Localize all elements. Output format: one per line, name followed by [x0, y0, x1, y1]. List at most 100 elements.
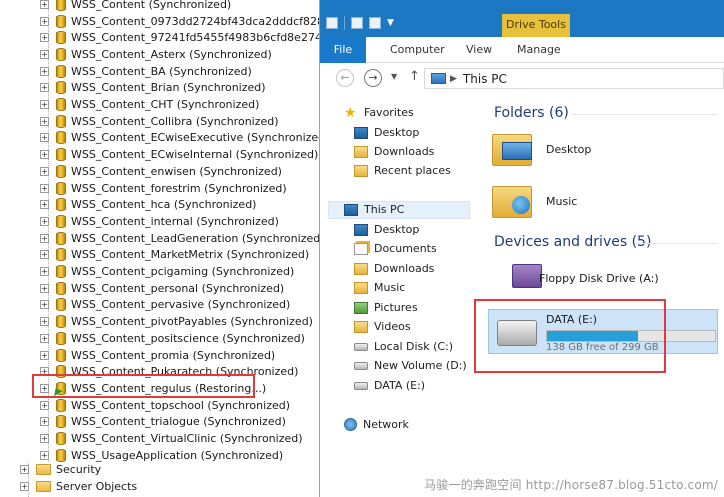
quick-access-toolbar: ▼: [326, 16, 394, 30]
nav-item-data-e[interactable]: DATA (E:): [354, 379, 425, 392]
drive-tools-context-tab: Drive Tools: [502, 14, 570, 37]
tree-node-database[interactable]: + WSS_Content_Brian (Synchronized): [40, 80, 266, 97]
nav-network[interactable]: Network: [344, 418, 409, 431]
tree-node-database[interactable]: + WSS_Content_topschool (Synchronized): [40, 397, 290, 414]
nav-favorites[interactable]: ★ Favorites: [344, 106, 414, 120]
expand-icon[interactable]: +: [40, 434, 49, 444]
expand-icon[interactable]: +: [20, 464, 29, 474]
tab-file[interactable]: File: [320, 37, 366, 63]
tree-node-database[interactable]: + WSS_Content (Synchronized): [40, 0, 231, 13]
customize-toolbar-dropdown-icon[interactable]: ▼: [387, 18, 394, 28]
back-button[interactable]: ←: [336, 69, 354, 87]
tree-node-database[interactable]: + WSS_Content_BA (Synchronized): [40, 63, 252, 80]
tree-node-database[interactable]: + WSS_Content_VirtualClinic (Synchronized…: [40, 430, 303, 447]
nav-item-desktop[interactable]: Desktop: [354, 223, 419, 236]
folder-desktop[interactable]: Desktop: [492, 130, 591, 168]
database-icon: [56, 214, 66, 228]
tree-node-database[interactable]: + WSS_Content_pervasive (Synchronized): [40, 297, 290, 314]
nav-item-recent-places[interactable]: Recent places: [354, 164, 451, 177]
tree-node-database[interactable]: + WSS_Content_hca (Synchronized): [40, 196, 256, 213]
expand-icon[interactable]: +: [40, 400, 49, 410]
tab-view[interactable]: View: [466, 43, 492, 56]
nav-item-new-volume-d[interactable]: New Volume (D:): [354, 359, 467, 372]
expand-icon[interactable]: +: [40, 183, 49, 193]
folders-group-header[interactable]: Folders (6): [494, 105, 569, 121]
expand-icon[interactable]: +: [40, 83, 49, 93]
devices-group-header[interactable]: Devices and drives (5): [494, 234, 651, 250]
tree-node-database[interactable]: + WSS_Content_positscience (Synchronized): [40, 330, 305, 347]
properties-icon[interactable]: [351, 17, 363, 29]
tree-node-database[interactable]: + WSS_Content_Collibra (Synchronized): [40, 113, 279, 130]
floppy-drive-a[interactable]: Floppy Disk Drive (A:): [492, 260, 717, 300]
this-pc-icon[interactable]: [326, 17, 338, 29]
expand-icon[interactable]: +: [40, 166, 49, 176]
expand-icon[interactable]: +: [40, 283, 49, 293]
tree-node-database[interactable]: + WSS_Content_CHT (Synchronized): [40, 96, 259, 113]
tree-node-database[interactable]: + WSS_Content_internal (Synchronized): [40, 213, 279, 230]
nav-item-downloads[interactable]: Downloads: [354, 145, 434, 158]
nav-item-music[interactable]: Music: [354, 281, 405, 294]
nav-item-pictures[interactable]: Pictures: [354, 301, 418, 314]
expand-icon[interactable]: +: [40, 450, 49, 460]
address-bar[interactable]: ▶ This PC: [424, 68, 724, 89]
expand-icon[interactable]: +: [40, 100, 49, 110]
breadcrumb-separator-icon[interactable]: ▶: [450, 74, 457, 84]
breadcrumb-this-pc[interactable]: This PC: [463, 72, 507, 86]
tree-node-database[interactable]: + WSS_Content_forestrim (Synchronized): [40, 180, 287, 197]
tree-node-database[interactable]: + WSS_Content_pcigaming (Synchronized): [40, 263, 294, 280]
expand-icon[interactable]: +: [40, 333, 49, 343]
tree-node-database[interactable]: + WSS_Content_pivotPayables (Synchronized…: [40, 313, 313, 330]
expand-icon[interactable]: +: [40, 216, 49, 226]
tab-computer[interactable]: Computer: [390, 43, 445, 56]
expand-icon[interactable]: +: [40, 33, 49, 43]
expand-icon[interactable]: +: [40, 350, 49, 360]
forward-button[interactable]: →: [364, 69, 382, 87]
recent-locations-dropdown-icon[interactable]: ▼: [391, 72, 397, 81]
tree-node-database[interactable]: + WSS_Content_enwisen (Synchronized): [40, 163, 282, 180]
database-label: WSS_Content_hca (Synchronized): [71, 198, 257, 212]
tree-node-database[interactable]: + WSS_Content_trialogue (Synchronized): [40, 414, 286, 431]
folder-music[interactable]: Music: [492, 182, 577, 220]
nav-item-documents[interactable]: Documents: [354, 242, 437, 255]
tree-node-folder[interactable]: + Server Objects: [20, 478, 137, 495]
nav-this-pc[interactable]: This PC: [344, 203, 404, 216]
nav-item-desktop[interactable]: Desktop: [354, 126, 419, 139]
new-folder-icon[interactable]: [369, 17, 381, 29]
tree-node-database[interactable]: + WSS_Content_ECwiseExecutive (Synchroniz…: [40, 130, 320, 147]
expand-icon[interactable]: +: [40, 200, 49, 210]
expand-icon[interactable]: +: [40, 16, 49, 26]
database-icon: [56, 31, 66, 45]
tree-node-database[interactable]: + WSS_Content_promia (Synchronized): [40, 347, 275, 364]
expand-icon[interactable]: +: [40, 317, 49, 327]
nav-item-videos[interactable]: Videos: [354, 320, 411, 333]
expand-icon[interactable]: +: [40, 417, 49, 427]
tree-node-database[interactable]: + WSS_Content_LeadGeneration (Synchronize…: [40, 230, 320, 247]
database-label: WSS_Content_topschool (Synchronized): [71, 398, 291, 412]
expand-icon[interactable]: +: [40, 267, 49, 277]
folder-icon: [36, 480, 51, 492]
expand-icon[interactable]: +: [40, 300, 49, 310]
tree-node-folder[interactable]: + Security: [20, 461, 101, 478]
expand-icon[interactable]: +: [40, 0, 49, 9]
tab-manage[interactable]: Manage: [517, 43, 561, 56]
expand-icon[interactable]: +: [20, 481, 29, 491]
tree-node-database[interactable]: + WSS_Content_ECwiseInternal (Synchronize…: [40, 146, 318, 163]
nav-item-downloads[interactable]: Downloads: [354, 262, 434, 275]
expand-icon[interactable]: +: [40, 133, 49, 143]
expand-icon[interactable]: +: [40, 233, 49, 243]
tree-node-database[interactable]: + WSS_Content_MarketMetrix (Synchronized): [40, 247, 309, 264]
expand-icon[interactable]: +: [40, 150, 49, 160]
tree-node-database[interactable]: + WSS_Content_0973dd2724bf43dca2dddcf8280…: [40, 13, 320, 30]
database-icon: [56, 81, 66, 95]
tree-node-database[interactable]: + WSS_Content_97241fd5455f4983b6cfd8e274b…: [40, 29, 320, 46]
nav-label: Downloads: [374, 145, 435, 158]
up-arrow-icon[interactable]: ↑: [409, 69, 420, 84]
expand-icon[interactable]: +: [40, 116, 49, 126]
expand-icon[interactable]: +: [40, 66, 49, 76]
expand-icon[interactable]: +: [40, 250, 49, 260]
nav-item-local-disk-c[interactable]: Local Disk (C:): [354, 340, 453, 353]
expand-icon[interactable]: +: [40, 49, 49, 59]
nav-label: New Volume (D:): [374, 359, 467, 372]
tree-node-database[interactable]: + WSS_Content_Asterx (Synchronized): [40, 46, 272, 63]
tree-node-database[interactable]: + WSS_Content_personal (Synchronized): [40, 280, 284, 297]
